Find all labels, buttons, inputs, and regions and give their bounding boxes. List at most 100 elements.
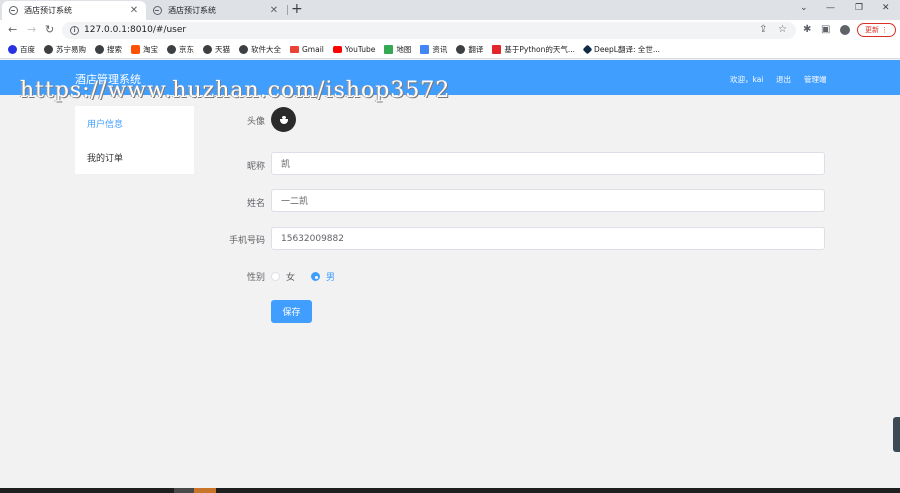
gender-label: 性别 [246,273,265,283]
bookmark-label: 百度 [20,45,35,54]
bookmark-label: 资讯 [432,45,448,54]
bookmark-label: DeepL翻译: 全世... [594,45,661,54]
avatar[interactable] [271,107,296,132]
bookmark-item[interactable]: DeepL翻译: 全世... [582,44,661,55]
globe-icon [203,45,212,54]
globe-icon [95,45,104,54]
bookmark-item[interactable]: 翻译 [456,44,483,55]
bookmark-label: 搜索 [107,45,122,54]
update-label: 更新 [865,26,879,34]
bookmark-label: YouTube [344,45,376,54]
reload-icon[interactable]: ↻ [45,24,54,36]
os-taskbar [0,488,900,493]
avatar-label: 头像 [246,117,265,127]
bookmark-item[interactable]: 天猫 [203,44,230,55]
back-icon[interactable]: ← [8,24,17,36]
close-icon[interactable]: ✕ [129,5,139,16]
bookmark-item[interactable]: 淘宝 [131,44,158,55]
name-input[interactable] [271,189,825,212]
bookmark-item[interactable]: 搜索 [95,44,122,55]
globe-icon [167,45,176,54]
gender-radio-male[interactable]: 男 [311,270,335,283]
bookmark-label: 苏宁易购 [56,45,86,54]
sidebar: 用户信息 我的订单 [75,106,194,174]
bookmark-item[interactable]: 百度 [8,44,35,55]
sidebar-item-user-info[interactable]: 用户信息 [75,106,194,140]
browser-tab-active[interactable]: 酒店预订系统 ✕ [2,1,146,20]
maps-icon [384,45,394,54]
taskbar-item[interactable] [194,488,216,493]
bookmark-item[interactable]: 软件大全 [239,44,281,55]
window-close-icon[interactable]: ✕ [882,3,890,13]
browser-toolbar: ← → ↻ i 127.0.0.1:8010/#/user ⇪ ☆ ✱ ▣ 更新… [0,20,900,41]
globe-icon [456,45,466,54]
save-button[interactable]: 保存 [271,300,312,323]
nickname-input[interactable] [271,152,825,175]
side-handle[interactable] [893,417,900,452]
bookmark-item[interactable]: YouTube [332,45,376,54]
browser-tabstrip: 酒店预订系统 ✕ 酒店预订系统 ✕ + ⌄ — ❐ ✕ [0,0,900,20]
share-icon[interactable]: ⇪ [759,24,767,35]
bookmark-label: 京东 [179,45,194,54]
tab-divider [287,5,288,15]
forward-icon[interactable]: → [27,24,36,36]
restore-icon[interactable]: ❐ [855,3,863,13]
welcome-text: 欢迎，kai [730,75,764,84]
globe-icon [44,45,53,54]
extensions-icon[interactable]: ✱ [803,24,811,36]
bookmark-item[interactable]: 基于Python的天气... [492,44,575,55]
browser-tab[interactable]: 酒店预订系统 ✕ [146,1,286,20]
youtube-icon [332,46,342,53]
new-tab-icon[interactable]: + [291,2,303,16]
globe-icon [153,6,162,15]
bookmark-item[interactable]: 苏宁易购 [44,44,86,55]
h-icon [492,45,502,54]
logout-link[interactable]: 退出 [776,74,791,85]
gender-radio-female[interactable]: 女 [271,270,295,283]
paw-icon [8,45,17,54]
tab-title: 酒店预订系统 [24,6,72,15]
site-info-icon[interactable]: i [70,26,79,35]
deepl-icon [582,44,593,55]
phone-label: 手机号码 [228,236,265,246]
bookmark-label: 淘宝 [143,45,158,54]
nickname-label: 昵称 [246,162,265,172]
globe-icon [9,6,18,15]
url-text[interactable]: 127.0.0.1:8010/#/user [84,25,186,35]
sidebar-item-my-orders[interactable]: 我的订单 [75,140,194,174]
phone-input[interactable] [271,227,825,250]
bookmark-item[interactable]: 地图 [384,44,411,55]
bookmark-label: 地图 [396,45,412,54]
bookmark-label: 翻译 [468,45,484,54]
radio-circle[interactable] [271,272,280,281]
taskbar-item[interactable] [174,488,194,493]
bookmark-label: 软件大全 [251,45,281,54]
bookmark-label: Gmail [302,45,324,54]
globe-icon [239,45,248,54]
bookmark-item[interactable]: 资讯 [420,44,447,55]
tab-search-icon[interactable]: ⌄ [800,3,808,13]
address-bar[interactable]: i 127.0.0.1:8010/#/user ⇪ ☆ [62,22,796,39]
admin-link[interactable]: 管理端 [804,74,827,85]
close-icon[interactable]: ✕ [269,5,279,16]
watermark-text: https://www.huzhan.com/ishop3572 [20,78,451,103]
bookmarks-bar: 百度 苏宁易购 搜索 淘宝 京东 天猫 软件大全 Gmail YouTube 地… [0,41,900,59]
bookmark-item[interactable]: Gmail [290,45,324,54]
bookmark-label: 天猫 [215,45,230,54]
profile-avatar-icon[interactable] [840,25,850,35]
radio-label: 男 [326,273,336,283]
more-vert-icon: ⋮ [881,26,888,34]
radio-label: 女 [286,273,296,283]
side-panel-icon[interactable]: ▣ [821,24,830,36]
news-icon [420,45,430,54]
name-label: 姓名 [246,199,265,209]
gmail-icon [290,46,299,53]
minimize-icon[interactable]: — [826,3,835,13]
bookmark-label: 基于Python的天气... [504,45,576,54]
tab-title: 酒店预订系统 [168,6,216,15]
update-button[interactable]: 更新 ⋮ [857,23,896,37]
taobao-icon [131,45,140,54]
bookmark-star-icon[interactable]: ☆ [778,24,787,35]
radio-circle[interactable] [311,272,320,281]
bookmark-item[interactable]: 京东 [167,44,194,55]
